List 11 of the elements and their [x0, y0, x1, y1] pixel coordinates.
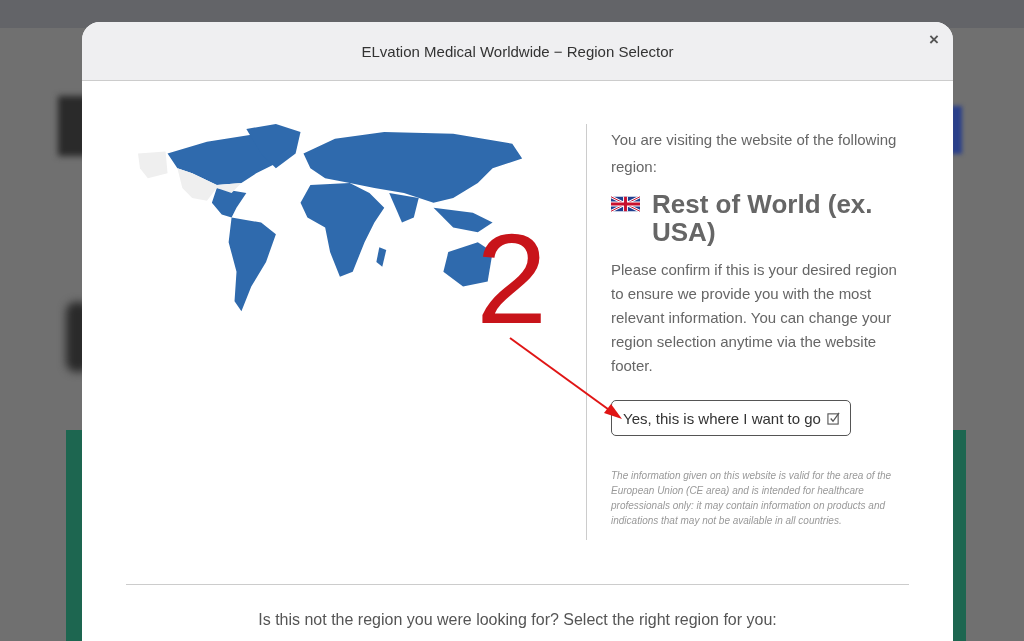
- checkbox-icon: [826, 412, 840, 425]
- other-regions-prompt: Is this not the region you were looking for? Select the right region for you:: [257, 611, 778, 629]
- confirm-region-button[interactable]: Yes, this is where I want to go: [611, 400, 851, 436]
- union-jack-flag-icon: [611, 195, 640, 213]
- annotation-number: 2: [476, 214, 548, 344]
- disclaimer-text: The information given on this website is valid for the area of the European Union (CE area) and is intended for healthcare professionals only: it may contain information on products and indications that may not be available in all countries.: [611, 469, 893, 528]
- intro-text: You are visiting the website of the following region:: [611, 130, 898, 177]
- region-name: Rest of World (ex. USA): [652, 190, 874, 246]
- dialog-title: ELvation Medical Worldwide − Region Selector: [361, 42, 674, 60]
- close-button[interactable]: ×: [925, 28, 943, 52]
- confirm-message: Please confirm if this is your desired region to ensure we provide you with the most relevant information. You can change your region selection anytime via the website footer.: [611, 260, 898, 376]
